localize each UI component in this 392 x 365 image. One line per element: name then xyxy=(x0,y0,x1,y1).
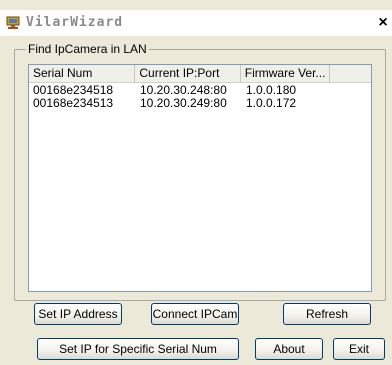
set-ip-for-serial-button[interactable]: Set IP for Specific Serial Num xyxy=(37,338,239,360)
cell-ip-port: 10.20.30.249:80 xyxy=(140,97,227,110)
column-header-empty[interactable] xyxy=(330,65,371,83)
table-row[interactable]: 00168e234518 10.20.30.248:80 1.0.0.180 xyxy=(29,84,371,97)
table-row[interactable]: 00168e234513 10.20.30.249:80 1.0.0.172 xyxy=(29,97,371,110)
column-header-ip-port[interactable]: Current IP:Port xyxy=(135,65,241,83)
cell-firmware: 1.0.0.180 xyxy=(246,84,297,97)
list-header: Serial Num Current IP:Port Firmware Ver.… xyxy=(29,65,371,83)
refresh-button[interactable]: Refresh xyxy=(283,303,371,325)
exit-button[interactable]: Exit xyxy=(333,338,385,360)
list-body: 00168e234518 10.20.30.248:80 1.0.0.180 0… xyxy=(29,84,371,110)
camera-list[interactable]: Serial Num Current IP:Port Firmware Ver.… xyxy=(28,64,372,292)
vilarwizard-window: VilarWizard × Find IpCamera in LAN Seria… xyxy=(0,0,392,365)
title-bar[interactable]: VilarWizard × xyxy=(0,10,392,36)
column-header-firmware[interactable]: Firmware Ver... xyxy=(240,65,331,83)
close-icon[interactable]: × xyxy=(374,13,392,33)
about-button[interactable]: About xyxy=(255,338,323,360)
window-title: VilarWizard xyxy=(26,15,124,30)
set-ip-address-button[interactable]: Set IP Address xyxy=(34,303,122,325)
connect-ipcam-button[interactable]: Connect IPCam xyxy=(151,303,239,325)
group-legend: Find IpCamera in LAN xyxy=(26,42,149,56)
cell-firmware: 1.0.0.172 xyxy=(246,97,297,110)
app-computer-icon xyxy=(6,16,20,30)
column-header-serial[interactable]: Serial Num xyxy=(29,65,136,83)
cell-serial: 00168e234513 xyxy=(33,97,114,110)
cell-ip-port: 10.20.30.248:80 xyxy=(140,84,227,97)
cell-serial: 00168e234518 xyxy=(33,84,114,97)
